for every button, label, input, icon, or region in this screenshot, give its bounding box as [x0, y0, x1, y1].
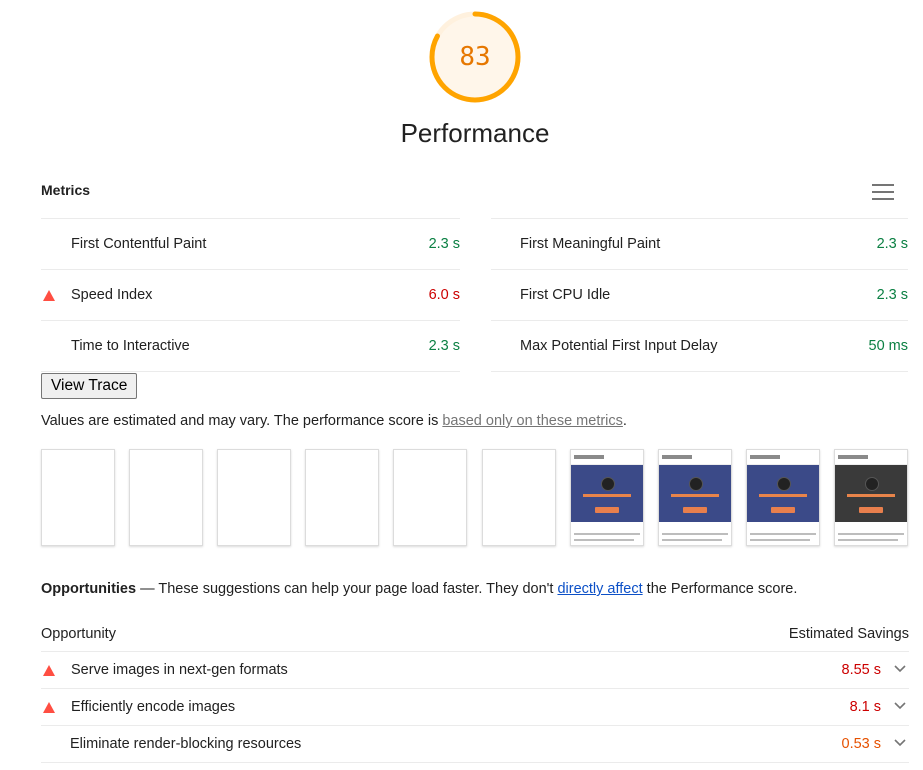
metrics-left-column: First Contentful Paint 2.3 s Speed Index… [41, 218, 460, 372]
hamburger-menu-icon[interactable] [872, 184, 894, 200]
opportunities-description: These suggestions can help your page loa… [158, 581, 558, 597]
opportunity-savings: 8.55 s [841, 662, 882, 678]
chevron-down-icon[interactable] [894, 738, 906, 748]
metric-value: 50 ms [868, 338, 909, 354]
warning-triangle-icon [43, 702, 55, 713]
filmstrip-frame-page [570, 449, 644, 546]
warning-triangle-icon [43, 290, 55, 301]
metrics-header: Metrics [41, 182, 91, 198]
column-opportunity: Opportunity [41, 626, 116, 642]
opportunity-title: Eliminate render-blocking resources [70, 736, 302, 752]
filmstrip-frame-blank [393, 449, 467, 546]
opportunity-row[interactable]: Serve images in next-gen formats 8.55 s [41, 652, 909, 689]
opportunity-title: Efficiently encode images [71, 699, 236, 715]
opportunities-title: Opportunities [41, 581, 137, 597]
warning-triangle-icon [43, 665, 55, 676]
disclaimer-text: Values are estimated and may vary. The p… [41, 413, 443, 429]
opportunity-savings: 8.1 s [849, 699, 881, 715]
filmstrip-frame-blank [129, 449, 203, 546]
metric-title: First Contentful Paint [71, 236, 207, 252]
filmstrip-frame-blank [41, 449, 115, 546]
metric-value: 6.0 s [428, 287, 460, 303]
category-title: Performance [400, 118, 550, 148]
performance-score: 83 [459, 42, 491, 72]
filmstrip-frame-page [746, 449, 820, 546]
metric-row: First CPU Idle 2.3 s [491, 269, 908, 320]
filmstrip-frame-page [658, 449, 732, 546]
opportunity-row[interactable]: Eliminate render-blocking resources 0.53… [41, 726, 909, 763]
opportunity-row[interactable]: Efficiently encode images 8.1 s [41, 689, 909, 726]
chevron-down-icon[interactable] [894, 701, 906, 711]
opportunity-savings: 0.53 s [841, 736, 882, 752]
opportunities-heading: Opportunities — These suggestions can he… [41, 581, 797, 597]
directly-affect-link[interactable]: directly affect [557, 581, 642, 597]
filmstrip-frame-blank [305, 449, 379, 546]
score-gauge: 83 [429, 11, 521, 103]
metric-title: First CPU Idle [520, 287, 611, 303]
metric-value: 2.3 s [428, 338, 460, 354]
opportunities-description-end: the Performance score. [642, 581, 798, 597]
metric-row: Max Potential First Input Delay 50 ms [491, 320, 908, 372]
disclaimer-end: . [622, 413, 627, 429]
opportunities-table: Opportunity Estimated Savings Serve imag… [41, 616, 909, 763]
metric-row: First Contentful Paint 2.3 s [41, 218, 460, 269]
opportunities-table-header: Opportunity Estimated Savings [41, 616, 909, 652]
filmstrip-frame-blank [217, 449, 291, 546]
column-estimated-savings: Estimated Savings [788, 626, 909, 642]
filmstrip-frame-page-photo [834, 449, 908, 546]
filmstrip-frame-blank [482, 449, 556, 546]
metrics-right-column: First Meaningful Paint 2.3 s First CPU I… [491, 218, 908, 372]
opportunity-title: Serve images in next-gen formats [71, 662, 288, 678]
metric-value: 2.3 s [428, 236, 460, 252]
metrics-link[interactable]: based only on these metrics [442, 413, 623, 429]
opportunities-dash: — [136, 581, 159, 597]
metric-value: 2.3 s [876, 287, 908, 303]
metric-row: First Meaningful Paint 2.3 s [491, 218, 908, 269]
metric-value: 2.3 s [876, 236, 908, 252]
metric-row: Time to Interactive 2.3 s [41, 320, 460, 372]
chevron-down-icon[interactable] [894, 664, 906, 674]
metric-row: Speed Index 6.0 s [41, 269, 460, 320]
metric-title: Max Potential First Input Delay [520, 338, 718, 354]
metric-title: Time to Interactive [71, 338, 190, 354]
metric-title: First Meaningful Paint [520, 236, 661, 252]
metric-title: Speed Index [71, 287, 153, 303]
metrics-disclaimer: Values are estimated and may vary. The p… [41, 413, 627, 429]
view-trace-button[interactable]: View Trace [41, 373, 138, 399]
